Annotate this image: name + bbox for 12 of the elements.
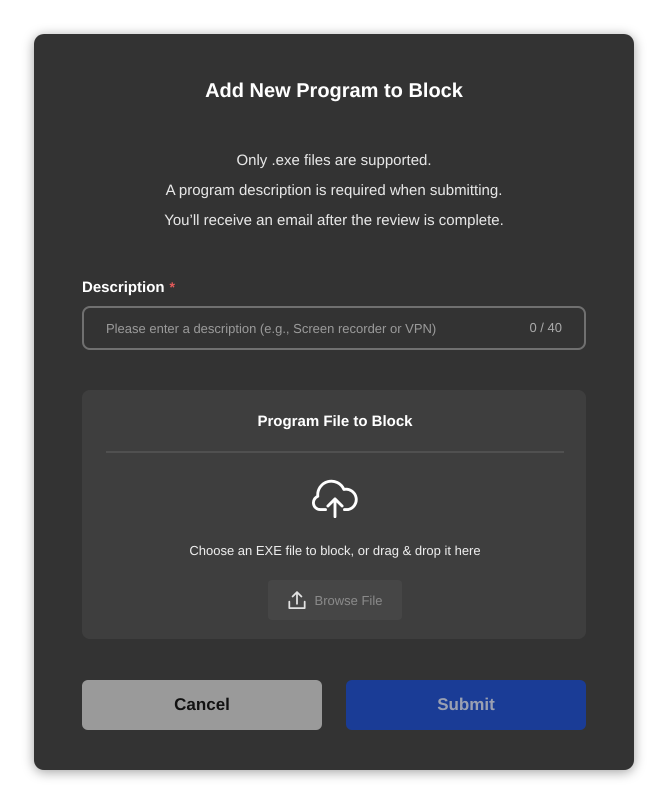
dialog-title: Add New Program to Block [205, 79, 463, 104]
cloud-upload-icon [310, 476, 360, 518]
upload-icon [288, 591, 306, 610]
required-mark: * [170, 279, 175, 295]
field-label: Description [82, 278, 165, 298]
character-counter: 0 / 40 [529, 319, 562, 337]
info-text: You’ll receive an email after the review is complete. [164, 211, 504, 231]
cancel-button[interactable]: Cancel [82, 680, 322, 730]
info-text: A program description is required when submitting. [166, 181, 502, 201]
upload-hint: Choose an EXE file to block, or drag & drop it here [189, 542, 481, 560]
info-text: Only .exe files are supported. [236, 151, 432, 171]
upload-title: Program File to Block [257, 412, 413, 432]
